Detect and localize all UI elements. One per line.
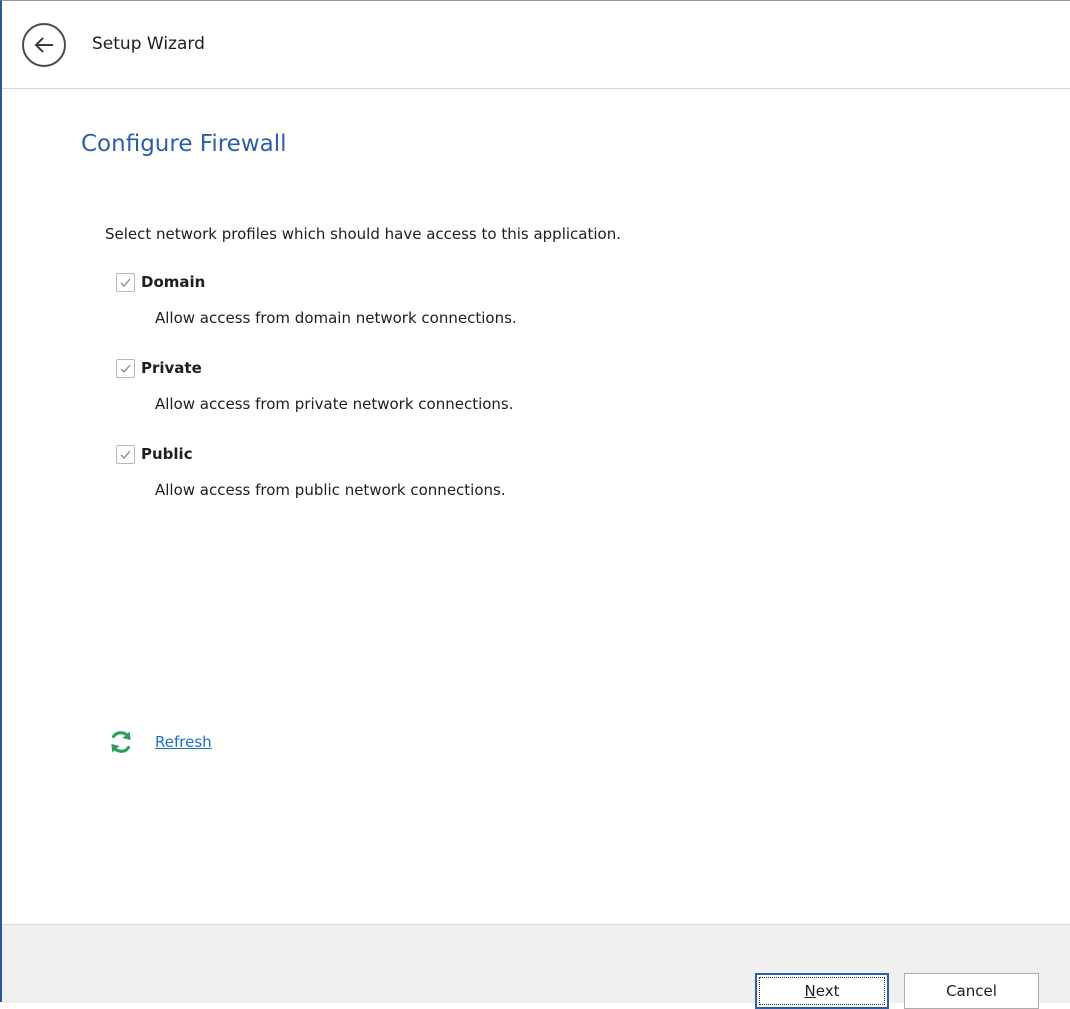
domain-checkbox-row[interactable]: Domain: [116, 272, 205, 292]
domain-label: Domain: [141, 273, 206, 291]
domain-checkbox[interactable]: [116, 272, 135, 292]
page-title: Configure Firewall: [81, 131, 287, 157]
public-label: Public: [141, 445, 193, 463]
profile-domain: Domain Allow access from domain network …: [116, 272, 816, 332]
profile-private: Private Allow access from private networ…: [116, 358, 816, 418]
domain-description: Allow access from domain network connect…: [155, 309, 517, 327]
wizard-title: Setup Wizard: [92, 34, 205, 54]
private-label: Private: [141, 359, 202, 377]
wizard-footer: Next Cancel: [2, 924, 1070, 1009]
arrow-left-icon: [34, 37, 53, 53]
next-button[interactable]: Next: [755, 973, 889, 1009]
checkmark-icon: [120, 364, 131, 373]
profile-public: Public Allow access from public network …: [116, 444, 816, 504]
public-checkbox-row[interactable]: Public: [116, 444, 193, 464]
back-button[interactable]: [22, 23, 66, 67]
checkmark-icon: [120, 450, 131, 459]
instructions-text: Select network profiles which should hav…: [105, 225, 621, 243]
focus-rectangle: [759, 977, 885, 1005]
refresh-icon[interactable]: [108, 729, 134, 755]
private-description: Allow access from private network connec…: [155, 395, 514, 413]
private-checkbox-row[interactable]: Private: [116, 358, 202, 378]
wizard-header: Setup Wizard: [2, 1, 1070, 89]
public-description: Allow access from public network connect…: [155, 481, 506, 499]
checkmark-icon: [120, 278, 131, 287]
cancel-button[interactable]: Cancel: [904, 973, 1039, 1009]
setup-wizard-window: Setup Wizard Configure Firewall Select n…: [0, 0, 1070, 1009]
refresh-link[interactable]: Refresh: [155, 733, 212, 751]
public-checkbox[interactable]: [116, 444, 135, 464]
private-checkbox[interactable]: [116, 358, 135, 378]
refresh-area: Refresh: [108, 728, 212, 756]
